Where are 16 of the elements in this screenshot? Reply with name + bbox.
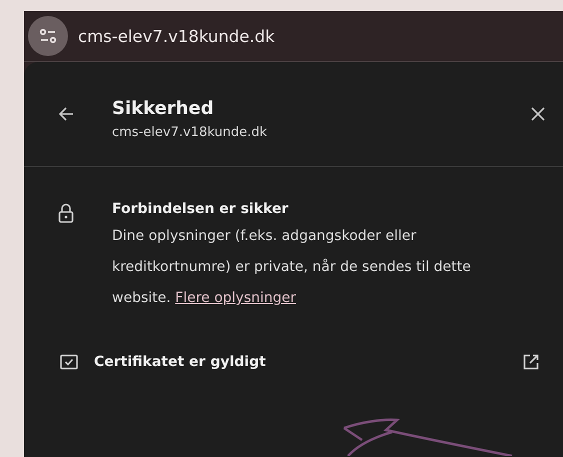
back-button[interactable] xyxy=(58,106,74,122)
connection-description: Dine oplysninger (f.eks. adgangskoder eller kreditkortnumre) er private, når de sendes til dette website. Flere oplysninger xyxy=(112,227,472,308)
close-button[interactable] xyxy=(531,107,545,121)
panel-subtitle: cms-elev7.v18kunde.dk xyxy=(112,125,267,140)
external-link-icon[interactable] xyxy=(523,354,539,370)
site-settings-button[interactable] xyxy=(28,16,68,56)
connection-heading: Forbindelsen er sikker xyxy=(112,201,290,217)
sliders-icon xyxy=(39,28,57,44)
certificate-icon xyxy=(60,354,78,370)
panel-title: Sikkerhed xyxy=(112,98,215,119)
url-text[interactable]: cms-elev7.v18kunde.dk xyxy=(78,26,275,46)
certificate-label[interactable]: Certifikatet er gyldigt xyxy=(94,354,266,370)
lock-icon xyxy=(58,203,74,223)
back-arrow-icon xyxy=(58,106,74,122)
close-icon xyxy=(531,107,545,121)
more-info-link[interactable]: Flere oplysninger xyxy=(175,290,296,306)
